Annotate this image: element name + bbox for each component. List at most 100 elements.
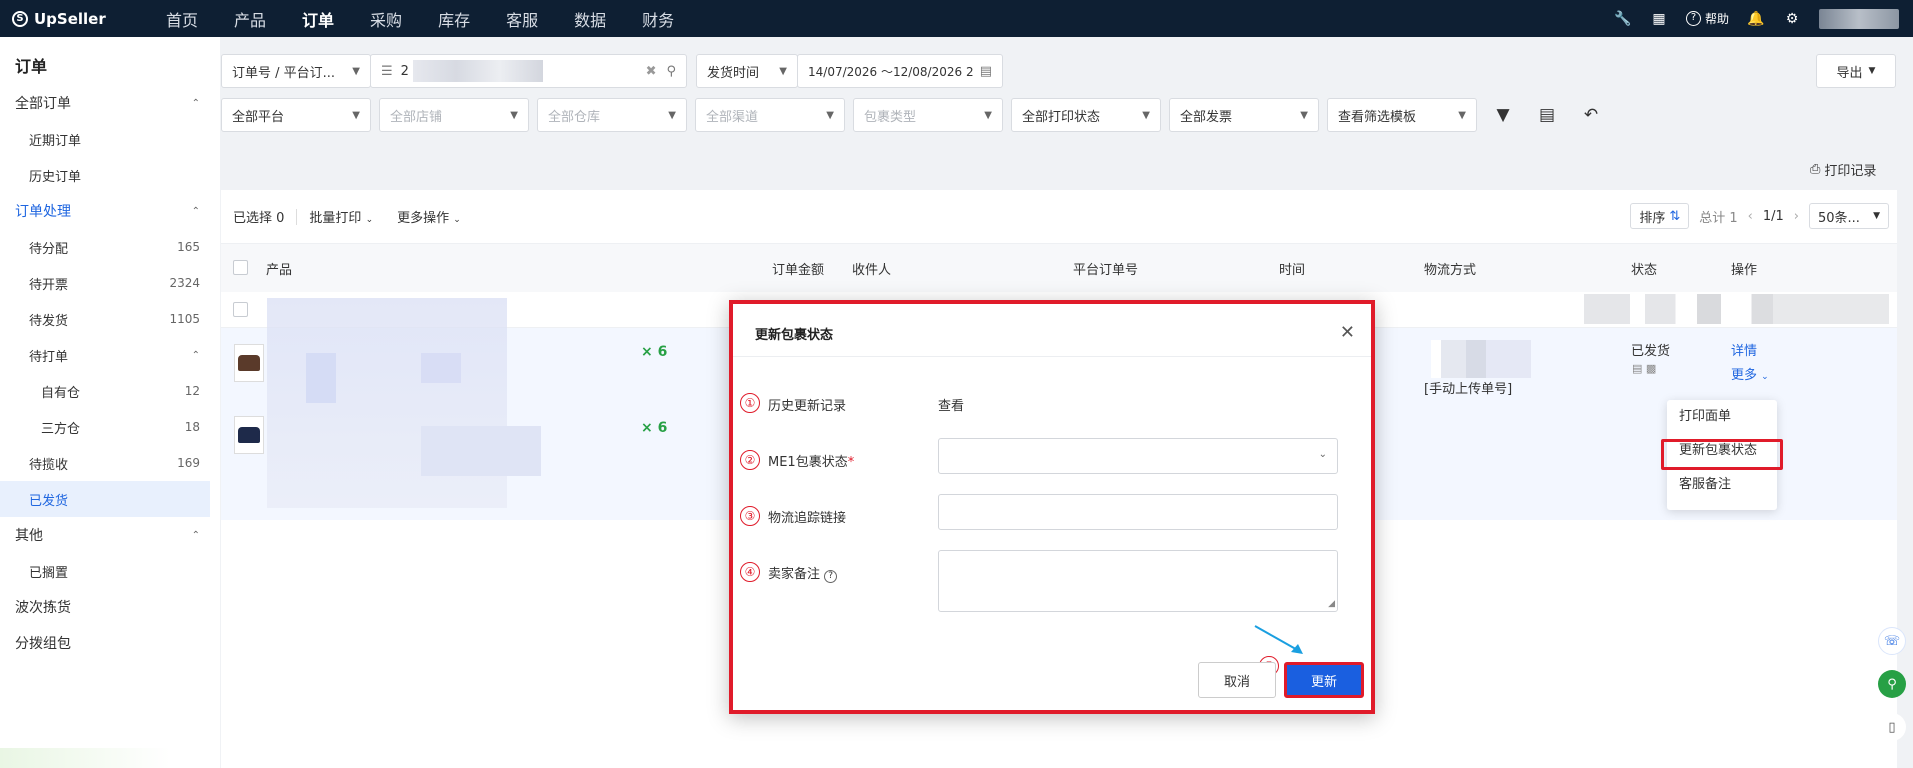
barcode-icon[interactable]: ▤ ▩ xyxy=(1632,362,1656,375)
select-all-checkbox[interactable] xyxy=(233,260,248,275)
sidebar-item-history[interactable]: 历史订单 xyxy=(0,157,220,193)
sidebar-footer xyxy=(0,748,170,768)
sidebar-group-processing[interactable]: 订单处理 ⌃ xyxy=(0,193,220,229)
nav-purchase[interactable]: 采购 xyxy=(352,7,420,31)
info-icon[interactable]: ? xyxy=(824,570,838,583)
resize-handle-icon[interactable]: ◢ xyxy=(1328,599,1335,609)
row-checkbox[interactable] xyxy=(233,302,248,317)
close-icon[interactable]: ✕ xyxy=(1340,322,1355,343)
history-label: 历史更新记录 xyxy=(768,399,847,414)
next-page-icon[interactable]: › xyxy=(1794,209,1799,224)
help-button[interactable]: ? 帮助 xyxy=(1685,10,1729,27)
sidebar-item-wave-picking[interactable]: 波次拣货 xyxy=(0,589,220,625)
sidebar-item-recent[interactable]: 近期订单 xyxy=(0,121,220,157)
filter-icon[interactable]: ▼ xyxy=(1488,100,1518,130)
channel-select[interactable]: 全部渠道 ▼ xyxy=(695,98,845,132)
sidebar-item-to-pickup[interactable]: 待揽收 169 xyxy=(0,445,220,481)
sidebar-group-all-orders[interactable]: 全部订单 ⌃ xyxy=(0,85,220,121)
tracking-link-input[interactable] xyxy=(938,494,1338,530)
nav-customer-service[interactable]: 客服 xyxy=(488,7,556,31)
gear-icon[interactable]: ⚙ xyxy=(1783,10,1801,28)
sidebar-item-sort-pack[interactable]: 分拨组包 xyxy=(0,625,220,661)
nav-home[interactable]: 首页 xyxy=(148,7,216,31)
menu-cs-note[interactable]: 客服备注 xyxy=(1667,468,1777,502)
col-time: 时间 xyxy=(1279,263,1306,278)
sidebar-title: 订单 xyxy=(15,57,48,76)
warehouse-select[interactable]: 全部仓库 ▼ xyxy=(537,98,687,132)
upseller-logo[interactable]: S UpSeller xyxy=(12,10,122,28)
sidebar-item-shipped[interactable]: 已发货 xyxy=(0,481,210,517)
package-status-select[interactable]: ⌄ xyxy=(938,438,1338,474)
reset-icon[interactable]: ↶ xyxy=(1576,100,1606,130)
search-input[interactable]: ☰ 2 ✖ ⚲ xyxy=(370,54,687,88)
chevron-down-icon: ▼ xyxy=(510,109,518,121)
wrench-icon[interactable]: 🔧 xyxy=(1614,10,1632,28)
sidebar-item-to-ship[interactable]: 待发货 1105 xyxy=(0,301,220,337)
status-shipped: 已发货 xyxy=(1631,344,1671,359)
date-range-input[interactable]: 14/07/2026 〜12/08/2026 2 ▤ xyxy=(797,54,1003,88)
nav-data[interactable]: 数据 xyxy=(556,7,624,31)
headset-icon[interactable]: ☏ xyxy=(1878,627,1906,655)
annotation-highlight xyxy=(1661,439,1783,470)
sidebar-item-third-party-warehouse[interactable]: 三方仓 18 xyxy=(0,409,220,445)
annotation-number-4: ④ xyxy=(740,562,760,582)
list-icon: ☰ xyxy=(381,63,393,79)
filter-template-select[interactable]: 查看筛选模板 ▼ xyxy=(1327,98,1477,132)
chevron-up-icon: ⌃ xyxy=(191,529,200,541)
batch-print-dropdown[interactable]: 批量打印 ⌄ xyxy=(309,207,373,226)
sidebar-item-to-assign[interactable]: 待分配 165 xyxy=(0,229,220,265)
menu-print-label[interactable]: 打印面单 xyxy=(1667,400,1777,434)
package-type-select[interactable]: 包裹类型 ▼ xyxy=(853,98,1003,132)
history-view-link[interactable]: 查看 xyxy=(938,395,964,414)
nav-inventory[interactable]: 库存 xyxy=(420,7,488,31)
prev-page-icon[interactable]: ‹ xyxy=(1748,209,1753,224)
print-log-link[interactable]: ⎙ 打印记录 xyxy=(1810,160,1876,179)
col-product: 产品 xyxy=(266,263,293,278)
blurred-header-info xyxy=(1584,294,1889,324)
print-status-select[interactable]: 全部打印状态 ▼ xyxy=(1011,98,1161,132)
clear-icon[interactable]: ✖ xyxy=(646,64,657,79)
search-float-icon[interactable]: ⚲ xyxy=(1878,670,1906,698)
nav-finance[interactable]: 财务 xyxy=(624,7,692,31)
search-icon[interactable]: ⚲ xyxy=(666,64,676,79)
save-icon[interactable]: ▤ xyxy=(1532,100,1562,130)
pagination: 排序 ⇅ 总计 1 ‹ 1/1 › 50条... ▼ xyxy=(1630,203,1889,229)
sidebar-item-shelved[interactable]: 已搁置 xyxy=(0,553,220,589)
export-button[interactable]: 导出 ▼ xyxy=(1816,54,1896,88)
selected-count: 已选择 0 xyxy=(233,211,285,226)
search-text-blur xyxy=(412,60,543,82)
nav-products[interactable]: 产品 xyxy=(216,7,284,31)
bell-icon[interactable]: 🔔 xyxy=(1747,10,1765,28)
time-type-select[interactable]: 发货时间 ▼ xyxy=(696,54,798,88)
page-size-select[interactable]: 50条... ▼ xyxy=(1809,203,1889,229)
dialog-title: 更新包裹状态 xyxy=(755,328,834,343)
invoice-select[interactable]: 全部发票 ▼ xyxy=(1169,98,1319,132)
more-actions-dropdown[interactable]: 更多 ⌄ xyxy=(1731,364,1769,383)
product-thumbnail[interactable] xyxy=(234,344,264,382)
chevron-down-icon: ▼ xyxy=(1458,109,1466,121)
platform-select[interactable]: 全部平台 ▼ xyxy=(221,98,371,132)
sort-button[interactable]: 排序 ⇅ xyxy=(1630,203,1690,229)
sidebar-item-to-print[interactable]: 待打单 ⌃ xyxy=(0,337,220,373)
apps-grid-icon[interactable]: ▦ xyxy=(1650,10,1668,28)
order-number-type-select[interactable]: 订单号 / 平台订... ▼ xyxy=(221,54,371,88)
chevron-up-icon: ⌃ xyxy=(191,97,200,109)
help-label: 帮助 xyxy=(1704,12,1729,26)
update-button[interactable]: 更新 xyxy=(1284,662,1364,698)
sidebar-item-own-warehouse[interactable]: 自有仓 12 xyxy=(0,373,220,409)
chevron-down-icon: ⌄ xyxy=(365,215,374,225)
seller-note-textarea[interactable]: ◢ xyxy=(938,550,1338,612)
help-icon: ? xyxy=(1685,11,1701,26)
detail-link[interactable]: 详情 xyxy=(1731,340,1757,359)
sidebar-group-other[interactable]: 其他 ⌃ xyxy=(0,517,220,553)
cancel-button[interactable]: 取消 xyxy=(1198,662,1276,698)
user-account[interactable] xyxy=(1819,8,1899,29)
annotation-number-2: ② xyxy=(740,450,760,470)
sidebar-item-to-invoice[interactable]: 待开票 2324 xyxy=(0,265,220,301)
mobile-icon[interactable]: ▯ xyxy=(1878,713,1906,741)
product-thumbnail[interactable] xyxy=(234,416,264,454)
more-ops-dropdown[interactable]: 更多操作 ⌄ xyxy=(397,207,461,226)
store-select[interactable]: 全部店铺 ▼ xyxy=(379,98,529,132)
table-header: 产品 订单金额 收件人 平台订单号 时间 物流方式 状态 操作 xyxy=(221,244,1897,292)
nav-orders[interactable]: 订单 xyxy=(284,7,352,31)
